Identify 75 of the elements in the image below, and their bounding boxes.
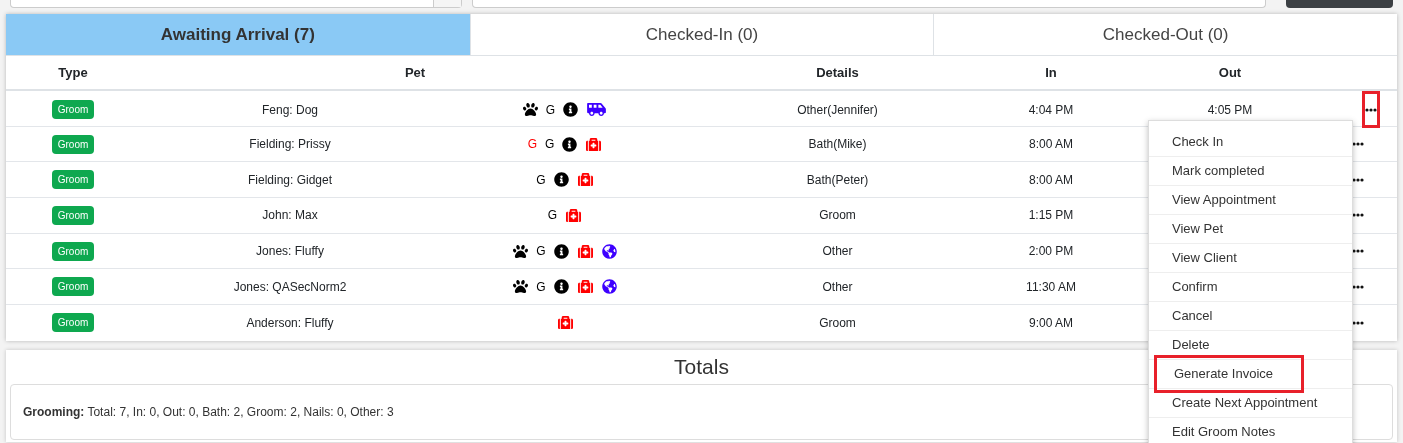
details-cell-text: Bath(Mike) — [807, 136, 868, 154]
column-header: In — [1044, 63, 1058, 82]
time-in: 8:00 AM — [1028, 171, 1074, 189]
menu-item[interactable]: Confirm — [1149, 274, 1221, 300]
medkit-icon — [576, 279, 594, 295]
time-in: 9:00 AM — [1028, 314, 1074, 332]
menu-item[interactable]: Cancel — [1149, 303, 1216, 329]
column-header: Type — [57, 63, 89, 82]
paw-icon — [513, 243, 529, 259]
info-icon — [553, 172, 569, 188]
type-badge: Groom — [51, 277, 95, 297]
info-icon — [553, 243, 569, 259]
menu-item[interactable]: Mark completed — [1149, 158, 1268, 184]
details-cell-text: Other — [821, 278, 854, 296]
time-in: 1:15 PM — [1027, 207, 1075, 225]
globe-icon — [601, 243, 617, 259]
menu-item[interactable]: Edit Groom Notes — [1149, 419, 1279, 443]
letter-label: G — [536, 278, 546, 296]
pet-name: Jones: QASecNorm2 — [232, 278, 348, 296]
time-in: 4:04 PM — [1027, 101, 1075, 119]
totals-title: Totals — [674, 354, 729, 381]
details-cell-text: Bath(Peter) — [805, 171, 870, 189]
pet-name: John: Max — [261, 207, 319, 225]
type-badge: Groom — [51, 134, 95, 154]
pet-name: Anderson: Fluffy — [245, 314, 335, 332]
info-icon — [553, 279, 569, 295]
medkit-icon — [576, 172, 594, 188]
letter-label: G — [545, 136, 555, 154]
pet-name: Fielding: Prissy — [248, 136, 332, 154]
tab[interactable]: Checked-Out (0) — [933, 14, 1397, 55]
details-cell-text: Groom — [818, 314, 857, 332]
tab[interactable]: Checked-In (0) — [469, 14, 934, 55]
totals-summary: Grooming: Total: 7, In: 0, Out: 0, Bath: 2, Groom: 2, Nails: 0, Other: 3 — [23, 403, 394, 421]
letter-label: G — [536, 171, 546, 189]
type-badge: Groom — [51, 205, 95, 225]
column-header: Pet — [403, 63, 427, 82]
info-icon — [563, 102, 579, 117]
menu-item[interactable]: Delete — [1149, 332, 1213, 358]
letter-label: G — [547, 207, 558, 225]
column-header: Details — [815, 63, 860, 82]
menu-item[interactable]: Check In — [1149, 129, 1227, 155]
details-cell-text: Groom — [818, 207, 857, 225]
menu-item[interactable]: View Client — [1149, 245, 1240, 271]
medkit-icon — [556, 315, 574, 331]
paw-icon — [513, 279, 529, 295]
more-icon — [1365, 107, 1377, 112]
type-badge: Groom — [51, 241, 95, 261]
medkit-icon — [576, 243, 594, 259]
column-header: Out — [1217, 63, 1243, 82]
van-icon — [586, 102, 608, 117]
letter-label: G — [536, 243, 546, 261]
medkit-icon — [585, 136, 603, 152]
time-out: 4:05 PM — [1207, 101, 1253, 119]
menu-item[interactable]: Create Next Appointment — [1149, 390, 1321, 416]
globe-icon — [601, 279, 617, 295]
paw-icon — [522, 102, 538, 117]
letter-label: G — [545, 101, 556, 119]
info-icon — [562, 136, 578, 152]
medkit-icon — [565, 207, 583, 223]
letter-label: G — [527, 136, 537, 154]
type-badge: Groom — [51, 100, 95, 119]
pet-name: Jones: Fluffy — [255, 243, 325, 261]
details-cell-text: Other — [821, 243, 854, 261]
time-in: 2:00 PM — [1027, 243, 1075, 261]
time-in: 11:30 AM — [1025, 278, 1077, 296]
menu-item[interactable]: View Pet — [1149, 216, 1227, 242]
menu-item[interactable]: Generate Invoice — [1154, 355, 1304, 393]
details-cell-text: Other(Jennifer) — [796, 101, 879, 119]
menu-item[interactable]: View Appointment — [1149, 187, 1279, 213]
type-badge: Groom — [51, 170, 95, 190]
time-in: 8:00 AM — [1028, 136, 1074, 154]
type-badge: Groom — [51, 313, 95, 333]
tab[interactable]: Awaiting Arrival (7) — [6, 14, 470, 55]
pet-name: Fielding: Gidget — [246, 171, 333, 189]
pet-name: Feng: Dog — [260, 101, 319, 119]
